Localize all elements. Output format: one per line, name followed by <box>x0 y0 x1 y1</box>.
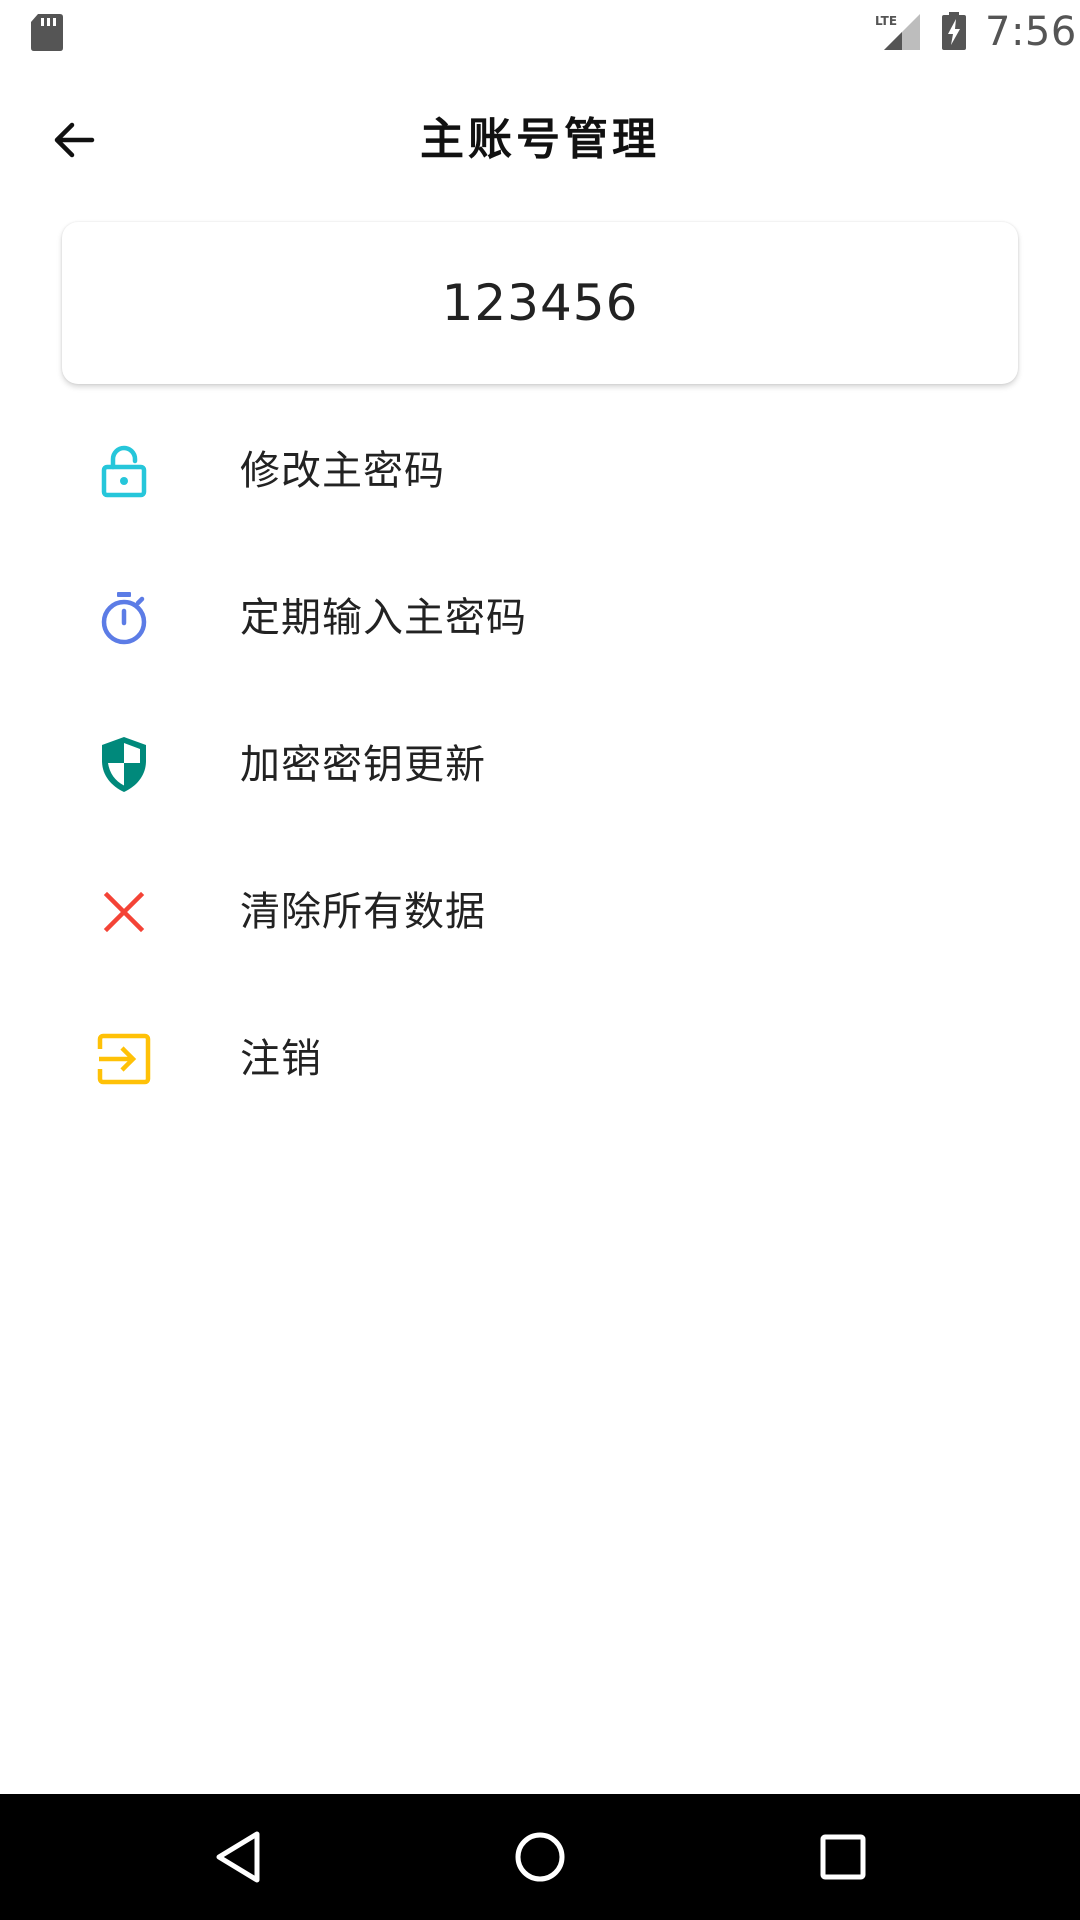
menu-item-label: 清除所有数据 <box>240 889 486 935</box>
menu-item-clear-all-data[interactable]: 清除所有数据 <box>0 839 1080 986</box>
navigation-bar <box>0 1794 1080 1920</box>
menu-item-periodic-password[interactable]: 定期输入主密码 <box>0 545 1080 692</box>
network-label: LTE <box>875 14 897 28</box>
unlock-icon <box>96 443 152 499</box>
screen: LTE 7:56 主账号管理 123456 修改主密码 定期输入主密码 加密密钥… <box>0 0 1080 1920</box>
exit-icon <box>96 1031 152 1087</box>
menu-item-encryption-key-update[interactable]: 加密密钥更新 <box>0 692 1080 839</box>
back-triangle-icon <box>216 1831 260 1883</box>
account-name: 123456 <box>441 274 639 332</box>
menu-list: 修改主密码 定期输入主密码 加密密钥更新 清除所有数据 注销 <box>0 398 1080 1133</box>
menu-item-change-master-password[interactable]: 修改主密码 <box>0 398 1080 545</box>
app-bar: 主账号管理 <box>0 66 1080 214</box>
menu-item-label: 注销 <box>240 1036 322 1082</box>
nav-home-button[interactable] <box>507 1824 573 1890</box>
clock: 7:56 <box>985 9 1077 55</box>
recents-square-icon <box>820 1834 866 1880</box>
shield-icon <box>96 737 152 793</box>
menu-item-label: 加密密钥更新 <box>240 742 486 788</box>
menu-item-label: 修改主密码 <box>240 448 445 494</box>
home-circle-icon <box>515 1832 565 1882</box>
sd-card-icon <box>31 14 63 51</box>
page-title: 主账号管理 <box>420 114 660 165</box>
menu-item-label: 定期输入主密码 <box>240 595 527 641</box>
timer-icon <box>96 590 152 646</box>
menu-item-logout[interactable]: 注销 <box>0 986 1080 1133</box>
close-icon <box>96 884 152 940</box>
status-bar: LTE 7:56 <box>0 0 1080 66</box>
nav-back-button[interactable] <box>205 1824 271 1890</box>
account-card: 123456 <box>62 222 1018 384</box>
lte-signal-icon: LTE <box>875 14 920 50</box>
nav-recents-button[interactable] <box>810 1824 876 1890</box>
battery-charging-icon <box>942 12 966 50</box>
